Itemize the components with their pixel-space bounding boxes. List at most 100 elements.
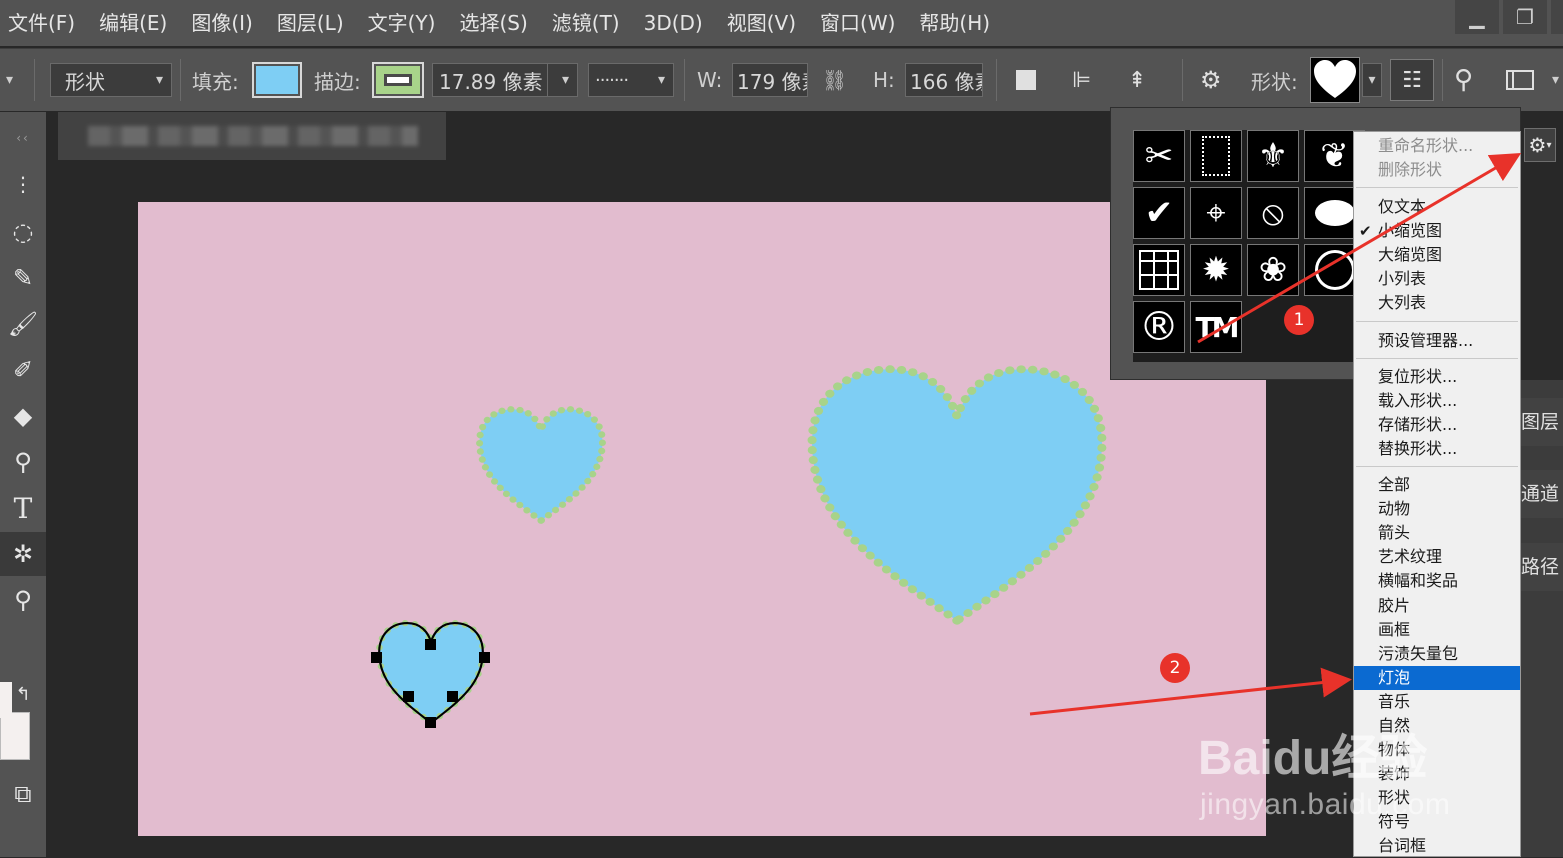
- menu-item-artistic-textures[interactable]: 艺术纹理: [1354, 545, 1520, 569]
- menu-file[interactable]: 文件(F): [0, 0, 87, 46]
- canvas[interactable]: [138, 202, 1266, 836]
- menu-window[interactable]: 窗口(W): [808, 0, 907, 46]
- fill-swatch[interactable]: [252, 62, 302, 98]
- menu-item-large-list[interactable]: 大列表: [1354, 291, 1520, 315]
- workspace-button[interactable]: [1506, 49, 1534, 111]
- panel-tab-layers[interactable]: 图层: [1521, 398, 1563, 446]
- menu-item-load-shapes[interactable]: 载入形状...: [1354, 389, 1520, 413]
- tool-preset-dropdown[interactable]: ▾: [6, 49, 13, 111]
- background-color-swatch[interactable]: [0, 712, 30, 760]
- tool-dodge[interactable]: ⚲: [0, 440, 46, 484]
- tool-custom-shape[interactable]: ✲: [0, 532, 46, 576]
- screen-mode-button[interactable]: ⧉: [0, 772, 46, 816]
- restore-button[interactable]: ❐: [1503, 0, 1547, 34]
- tool-type[interactable]: T: [0, 486, 46, 530]
- menu-item-delete-shape[interactable]: 删除形状: [1354, 158, 1520, 182]
- grid-icon[interactable]: [1133, 244, 1185, 296]
- align-edges-button[interactable]: ☷: [1390, 59, 1434, 101]
- panel-tab-channels[interactable]: 通道: [1521, 470, 1563, 518]
- fleur-de-lis-icon[interactable]: ⚜: [1247, 130, 1299, 182]
- menu-item-banners[interactable]: 横幅和奖品: [1354, 569, 1520, 593]
- menu-item-preset-manager[interactable]: 预设管理器...: [1354, 329, 1520, 353]
- panel-tab-paths[interactable]: 路径: [1521, 543, 1563, 591]
- menu-item-music[interactable]: 音乐: [1354, 690, 1520, 714]
- trademark-icon[interactable]: TM: [1190, 301, 1242, 353]
- menu-filter[interactable]: 滤镜(T): [540, 0, 632, 46]
- menu-item-all[interactable]: 全部: [1354, 473, 1520, 497]
- stroke-style-select[interactable]: ······· ▾: [588, 63, 674, 97]
- swap-colors-icon[interactable]: ↰: [8, 672, 38, 716]
- menu-3d[interactable]: 3D(D): [632, 0, 715, 46]
- close-button[interactable]: [1551, 0, 1563, 34]
- stroke-swatch[interactable]: [372, 62, 424, 98]
- tool-move[interactable]: ⋮: [0, 162, 46, 206]
- height-label: H:: [873, 68, 895, 92]
- document-tab-name-blurred: [88, 126, 418, 146]
- menu-item-light-bulbs[interactable]: 灯泡: [1354, 666, 1520, 690]
- search-button[interactable]: ⚲: [1454, 49, 1473, 111]
- menu-item-grime-vector[interactable]: 污渍矢量包: [1354, 642, 1520, 666]
- tool-paint-bucket[interactable]: ◆: [0, 394, 46, 438]
- menu-bar: 文件(F) 编辑(E) 图像(I) 图层(L) 文字(Y) 选择(S) 滤镜(T…: [0, 0, 1563, 46]
- starburst-icon[interactable]: ✹: [1190, 244, 1242, 296]
- menu-item-label: 小缩览图: [1378, 221, 1443, 240]
- tool-zoom[interactable]: ⚲: [0, 578, 46, 622]
- target-icon[interactable]: ⌖: [1190, 187, 1242, 239]
- menu-item-replace-shapes[interactable]: 替换形状...: [1354, 437, 1520, 461]
- menu-layer[interactable]: 图层(L): [265, 0, 356, 46]
- tool-brush[interactable]: 🖌: [0, 302, 46, 346]
- paw-icon[interactable]: ❀: [1247, 244, 1299, 296]
- panel-tab-label: 图层: [1521, 411, 1560, 433]
- divider: [1182, 59, 1183, 101]
- path-arrangement-button[interactable]: ⇞: [1128, 49, 1146, 111]
- frame-icon[interactable]: [1190, 130, 1242, 182]
- menu-item-save-shapes[interactable]: 存储形状...: [1354, 413, 1520, 437]
- menu-select[interactable]: 选择(S): [447, 0, 539, 46]
- tool-lasso[interactable]: ◌: [0, 210, 46, 254]
- stroke-label: 描边:: [314, 69, 361, 94]
- path-operations-button[interactable]: [1016, 49, 1036, 111]
- menu-item-film[interactable]: 胶片: [1354, 594, 1520, 618]
- align-edges-icon: ☷: [1402, 67, 1422, 93]
- scissors-icon[interactable]: ✂: [1133, 130, 1185, 182]
- checkmark-icon[interactable]: ✔: [1133, 187, 1185, 239]
- menu-item-rename-shape[interactable]: 重命名形状...: [1354, 134, 1520, 158]
- tool-history-brush[interactable]: ✐: [0, 348, 46, 392]
- shape-label: 形状:: [1251, 69, 1298, 94]
- menu-image[interactable]: 图像(I): [179, 0, 265, 46]
- menu-item-large-thumbnail[interactable]: 大缩览图: [1354, 243, 1520, 267]
- mode-select[interactable]: 形状 ▾: [50, 63, 172, 97]
- menu-item-text-only[interactable]: 仅文本: [1354, 195, 1520, 219]
- menu-type[interactable]: 文字(Y): [356, 0, 448, 46]
- menu-item-talk-bubbles[interactable]: 台词框: [1354, 834, 1520, 858]
- minimize-button[interactable]: ▁: [1455, 0, 1499, 34]
- path-alignment-button[interactable]: ⊫: [1072, 49, 1091, 111]
- shape-preview[interactable]: [1310, 57, 1360, 103]
- path-options-button[interactable]: ⚙: [1200, 49, 1222, 111]
- toolbar-collapse-icon[interactable]: ‹‹: [0, 116, 46, 160]
- menu-view[interactable]: 视图(V): [715, 0, 808, 46]
- selected-heart[interactable]: [379, 623, 483, 723]
- menu-edit[interactable]: 编辑(E): [87, 0, 179, 46]
- menu-item-small-list[interactable]: 小列表: [1354, 267, 1520, 291]
- menu-item-small-thumbnail[interactable]: ✔ 小缩览图: [1354, 219, 1520, 243]
- menu-item-reset-shapes[interactable]: 复位形状...: [1354, 365, 1520, 389]
- width-field[interactable]: 179 像素: [732, 63, 808, 97]
- no-sign-icon[interactable]: ⦸: [1247, 187, 1299, 239]
- shape-picker-dropdown[interactable]: ▾: [1362, 63, 1382, 97]
- foreground-color-swatch[interactable]: [0, 682, 12, 718]
- workspace-icon: [1506, 70, 1534, 90]
- height-field[interactable]: 166 像素: [905, 63, 983, 97]
- width-value: 179 像素: [737, 69, 807, 94]
- document-tab[interactable]: [58, 112, 446, 160]
- stroke-width-field[interactable]: 17.89 像素 ▾: [432, 63, 578, 97]
- menu-item-animals[interactable]: 动物: [1354, 497, 1520, 521]
- registered-icon[interactable]: ®: [1133, 301, 1185, 353]
- menu-item-arrows[interactable]: 箭头: [1354, 521, 1520, 545]
- shape-settings-gear-button[interactable]: ⚙ ▾: [1524, 128, 1556, 162]
- menu-help[interactable]: 帮助(H): [907, 0, 1002, 46]
- link-icon[interactable]: ⛓: [822, 49, 847, 111]
- small-heart: [480, 409, 603, 520]
- tool-eyedropper[interactable]: ✎: [0, 256, 46, 300]
- menu-item-frames[interactable]: 画框: [1354, 618, 1520, 642]
